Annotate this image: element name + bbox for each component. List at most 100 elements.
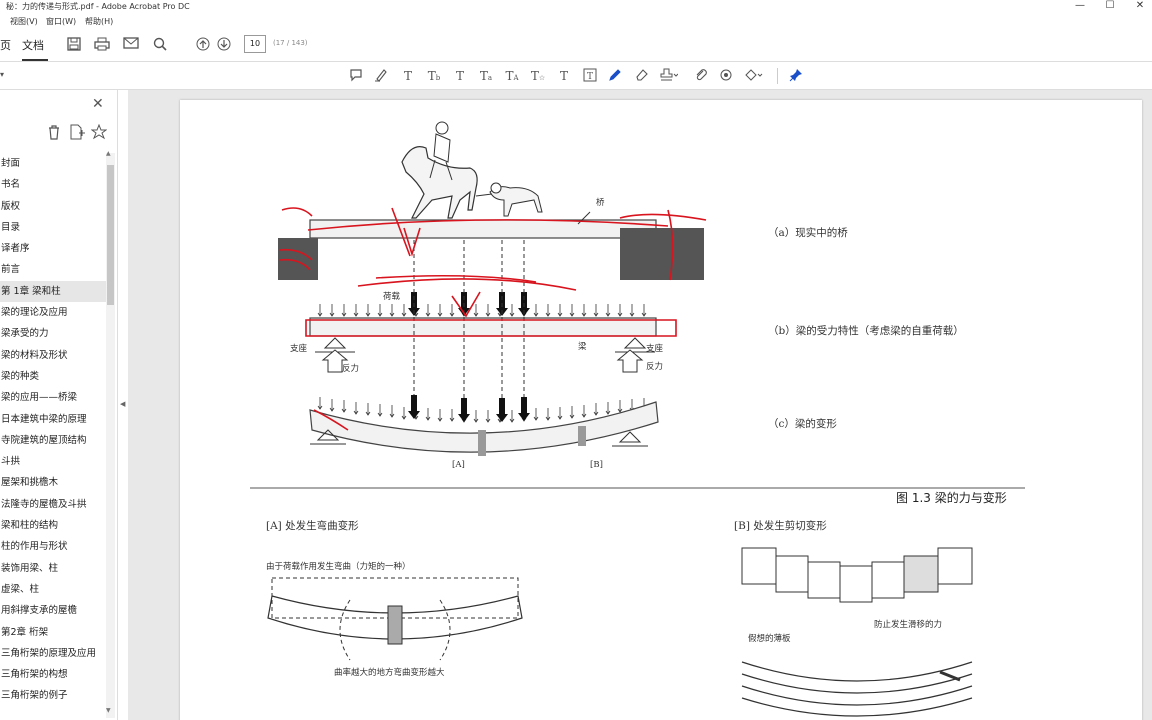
- pdf-page: 桥 荷载 梁 支座 反力 支座 反力 [A] [B] （a）现实中的桥 （b）梁…: [180, 100, 1142, 720]
- label-mark-b: [B]: [590, 460, 603, 470]
- comment-toolbar: ▾ T Tb T Ta TA T☆ T T: [0, 62, 1152, 90]
- bookmark-item[interactable]: 梁的材料及形状: [0, 345, 106, 366]
- bookmark-item[interactable]: 第2章 桁架: [0, 622, 106, 643]
- stamp-icon[interactable]: [660, 68, 679, 84]
- attach-icon[interactable]: [693, 68, 709, 84]
- text-insert-icon[interactable]: Ta: [478, 68, 494, 84]
- label-beam: 梁: [578, 342, 587, 352]
- bookmark-item[interactable]: 三角桁架的例子: [0, 685, 106, 706]
- text-box-icon[interactable]: T: [582, 68, 598, 84]
- print-icon[interactable]: [94, 37, 110, 53]
- section-a-note-bottom: 曲率越大的地方弯曲变形越大: [334, 668, 445, 678]
- sidebar-scroll-thumb[interactable]: [107, 165, 114, 305]
- bookmarks-panel: ✕ 封面 书名 版权 目录 译者序 前言第 1章 梁和柱 梁的理论及应用 梁承受的力 梁的材料及…: [0, 90, 118, 720]
- section-b-heading: [B] 处发生剪切变形: [734, 520, 827, 532]
- menu-view[interactable]: 视图(V): [10, 16, 38, 27]
- bookmark-item[interactable]: 版权: [0, 196, 106, 217]
- section-b-note-right: 防止发生滑移的力: [874, 620, 943, 630]
- pin-icon[interactable]: [788, 68, 804, 84]
- new-bookmark-icon[interactable]: [69, 124, 85, 143]
- search-icon[interactable]: [152, 37, 168, 53]
- bookmark-item[interactable]: 译者序: [0, 238, 106, 259]
- menu-bar: 视图(V) 窗口(W) 帮助(H): [0, 14, 1152, 28]
- record-audio-icon[interactable]: [718, 68, 734, 84]
- figure-illustration: [250, 121, 1025, 717]
- bookmark-item[interactable]: 前言: [0, 259, 106, 280]
- minimize-button[interactable]: —: [1070, 0, 1090, 14]
- add-text-icon[interactable]: T: [556, 68, 572, 84]
- page-number-input[interactable]: 10: [244, 35, 266, 53]
- mail-icon[interactable]: [123, 37, 139, 53]
- dropdown-arrow-icon[interactable]: ▾: [0, 70, 4, 79]
- bookmark-item[interactable]: 梁和柱的结构: [0, 515, 106, 536]
- bookmark-item[interactable]: 梁的种类: [0, 366, 106, 387]
- bookmark-item[interactable]: 法隆寺的屋檐及斗拱: [0, 494, 106, 515]
- label-support-left: 支座: [290, 344, 308, 354]
- section-b-note-left: 假想的薄板: [748, 634, 791, 644]
- page-down-icon[interactable]: [216, 37, 232, 53]
- text-format-icon[interactable]: TA: [504, 68, 520, 84]
- scroll-down-icon[interactable]: ▼: [106, 707, 111, 714]
- close-panel-icon[interactable]: ✕: [92, 96, 104, 112]
- label-load: 荷载: [383, 292, 401, 302]
- text-strikethrough-icon[interactable]: Tb: [426, 68, 442, 84]
- delete-bookmark-icon[interactable]: [47, 124, 61, 143]
- bookmark-item[interactable]: 梁承受的力: [0, 323, 106, 344]
- save-icon[interactable]: [66, 37, 82, 53]
- sticky-note-icon[interactable]: [348, 68, 364, 84]
- bookmark-list: 封面 书名 版权 目录 译者序 前言第 1章 梁和柱 梁的理论及应用 梁承受的力 梁的材料及形状…: [0, 153, 106, 707]
- highlight-icon[interactable]: [373, 68, 389, 84]
- tab-home[interactable]: 页: [0, 37, 11, 53]
- page-up-icon[interactable]: [195, 37, 211, 53]
- horse-rider-drawing: [401, 121, 543, 219]
- bookmark-item[interactable]: 虚梁、柱: [0, 579, 106, 600]
- window-title: 秘：力的传递与形式.pdf - Adobe Acrobat Pro DC: [6, 2, 190, 11]
- deflection-load-arrows: [317, 395, 647, 423]
- shapes-icon[interactable]: [744, 68, 763, 84]
- toolbar-divider: [777, 68, 778, 84]
- scroll-up-icon[interactable]: ▲: [106, 150, 111, 157]
- label-reaction-left: 反力: [342, 364, 360, 374]
- text-replace-icon[interactable]: T: [452, 68, 468, 84]
- bending-detail: [267, 577, 523, 661]
- bookmark-item[interactable]: 日本建筑中梁的原理: [0, 409, 106, 430]
- page-total: (17 / 143): [273, 39, 308, 47]
- bookmark-item[interactable]: 梁的应用——桥梁: [0, 387, 106, 408]
- bookmark-item[interactable]: 装饰用梁、柱: [0, 558, 106, 579]
- load-arrows: [317, 292, 647, 317]
- section-a-note-top: 由于荷载作用发生弯曲（力矩的一种）: [266, 562, 411, 572]
- bookmark-item[interactable]: 梁的理论及应用: [0, 302, 106, 323]
- eraser-icon[interactable]: [634, 68, 650, 84]
- text-underline-icon[interactable]: T: [400, 68, 416, 84]
- bookmark-item[interactable]: 寺院建筑的屋顶结构: [0, 430, 106, 451]
- bookmark-item[interactable]: 目录: [0, 217, 106, 238]
- caption-c: （c）梁的变形: [768, 418, 837, 430]
- bookmark-item[interactable]: 三角桁架的构想: [0, 664, 106, 685]
- bookmark-item[interactable]: 用斜撑支承的屋檐: [0, 600, 106, 621]
- text-stamp-icon[interactable]: T☆: [530, 68, 546, 84]
- title-bar: 秘：力的传递与形式.pdf - Adobe Acrobat Pro DC — ☐…: [0, 0, 1152, 14]
- active-tab-indicator: [22, 59, 48, 61]
- label-bridge: 桥: [596, 198, 605, 208]
- caption-b: （b）梁的受力特性（考虑梁的自重荷载）: [768, 325, 964, 337]
- bookmark-item[interactable]: 斗拱: [0, 451, 106, 472]
- bookmark-item[interactable]: 书名: [0, 174, 106, 195]
- figure-title: 图 1.3 梁的力与变形: [896, 491, 1007, 505]
- bridge-beam-drawing: [278, 211, 704, 280]
- maximize-button[interactable]: ☐: [1100, 0, 1120, 14]
- svg-text:T: T: [587, 72, 593, 82]
- menu-help[interactable]: 帮助(H): [85, 16, 113, 27]
- bookmark-options-icon[interactable]: [90, 123, 108, 143]
- bookmark-item[interactable]: 封面: [0, 153, 106, 174]
- bookmark-item[interactable]: 柱的作用与形状: [0, 536, 106, 557]
- bookmark-item[interactable]: 屋架和挑檐木: [0, 472, 106, 493]
- bookmark-item[interactable]: 第 1章 梁和柱: [0, 280, 106, 303]
- tab-document[interactable]: 文档: [22, 37, 44, 53]
- pencil-icon[interactable]: [607, 68, 623, 84]
- label-support-right: 支座: [646, 344, 664, 354]
- menu-window[interactable]: 窗口(W): [46, 16, 76, 27]
- bookmark-item[interactable]: 三角桁架的原理及应用: [0, 643, 106, 664]
- close-window-button[interactable]: ✕: [1130, 0, 1150, 14]
- label-mark-a: [A]: [452, 460, 465, 470]
- collapse-panel-icon[interactable]: ◀: [120, 400, 125, 408]
